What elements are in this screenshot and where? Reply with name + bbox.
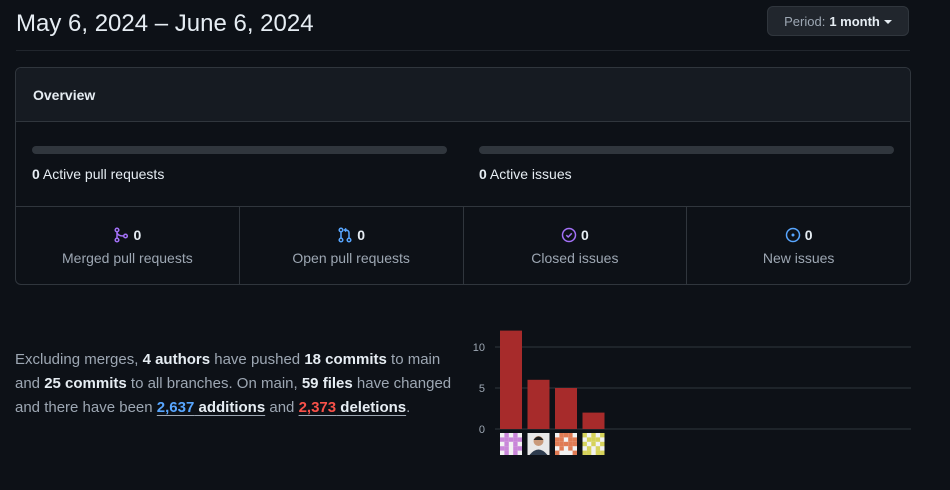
y-tick-label-2: 10 [473, 342, 485, 354]
date-range-title: May 6, 2024 – June 6, 2024 [16, 10, 314, 37]
new-issues-count: 0 [804, 226, 813, 243]
commits-main-count: 18 commits [304, 351, 387, 368]
overview-title: Overview [16, 68, 910, 122]
additions-link[interactable]: 2,637 additions [157, 399, 265, 416]
stats-row: 0 Merged pull requests 0 Open pull reque… [16, 207, 910, 284]
issue-closed-icon [561, 227, 577, 242]
author-avatar-1[interactable] [500, 433, 522, 455]
active-pull-requests-count: 0 [32, 166, 40, 182]
open-pull-requests-count: 0 [357, 226, 366, 243]
commit-bar-1[interactable] [500, 330, 522, 429]
active-issues-label: Active issues [489, 166, 572, 182]
activity-bars-row: 0 Active pull requests 0 Active issues [16, 122, 910, 207]
issue-opened-icon [785, 227, 800, 242]
open-pull-requests-label: Open pull requests [292, 249, 410, 266]
files-count: 59 files [301, 375, 353, 392]
git-merge-icon [114, 226, 129, 243]
author-avatar-3[interactable] [555, 433, 577, 455]
active-issues-progress [479, 146, 894, 154]
commits-all-count: 25 commits [44, 375, 127, 392]
active-pull-requests-metric[interactable]: 0 Active pull requests [32, 146, 447, 182]
commit-summary: Excluding merges, 4 authors have pushed … [15, 351, 452, 416]
period-select-button[interactable]: Period: 1 month [767, 6, 909, 36]
commit-bar-4[interactable] [582, 412, 605, 429]
new-issues-label: New issues [762, 249, 835, 266]
active-issues-count: 0 [479, 166, 487, 182]
commit-bar-3[interactable] [555, 388, 577, 429]
y-tick-label-1: 5 [479, 383, 485, 395]
closed-issues-label: Closed issues [531, 249, 619, 266]
author-avatar-4[interactable] [582, 433, 605, 455]
closed-issues-count: 0 [580, 226, 589, 243]
merged-pull-requests-stat[interactable]: 0 Merged pull requests [16, 207, 240, 284]
open-pull-requests-stat[interactable]: 0 Open pull requests [240, 207, 464, 284]
active-pull-requests-progress [32, 146, 447, 154]
author-avatar-2[interactable] [527, 433, 550, 455]
header-divider [16, 50, 910, 51]
merged-pull-requests-label: Merged pull requests [62, 249, 193, 266]
merged-pull-requests-count: 0 [133, 226, 142, 243]
period-value: 1 month [829, 13, 880, 29]
new-issues-stat[interactable]: 0 New issues [687, 207, 910, 284]
overview-panel: Overview 0 Active pull requests 0 Active… [15, 67, 911, 285]
caret-down-icon [883, 20, 892, 24]
git-pull-request-icon [338, 226, 352, 243]
page-header: May 6, 2024 – June 6, 2024 Period: 1 mon… [0, 0, 926, 50]
closed-issues-stat[interactable]: 0 Closed issues [464, 207, 688, 284]
deletions-link[interactable]: 2,373 deletions [299, 399, 407, 416]
active-issues-metric[interactable]: 0 Active issues [479, 146, 894, 182]
commits-by-author-chart: 0 5 10 [473, 330, 911, 455]
active-pull-requests-label: Active pull requests [42, 166, 165, 182]
authors-count: 4 authors [142, 351, 211, 368]
commit-bar-2[interactable] [527, 379, 550, 429]
y-tick-label-0: 0 [479, 424, 485, 436]
period-label: Period: [784, 13, 826, 29]
